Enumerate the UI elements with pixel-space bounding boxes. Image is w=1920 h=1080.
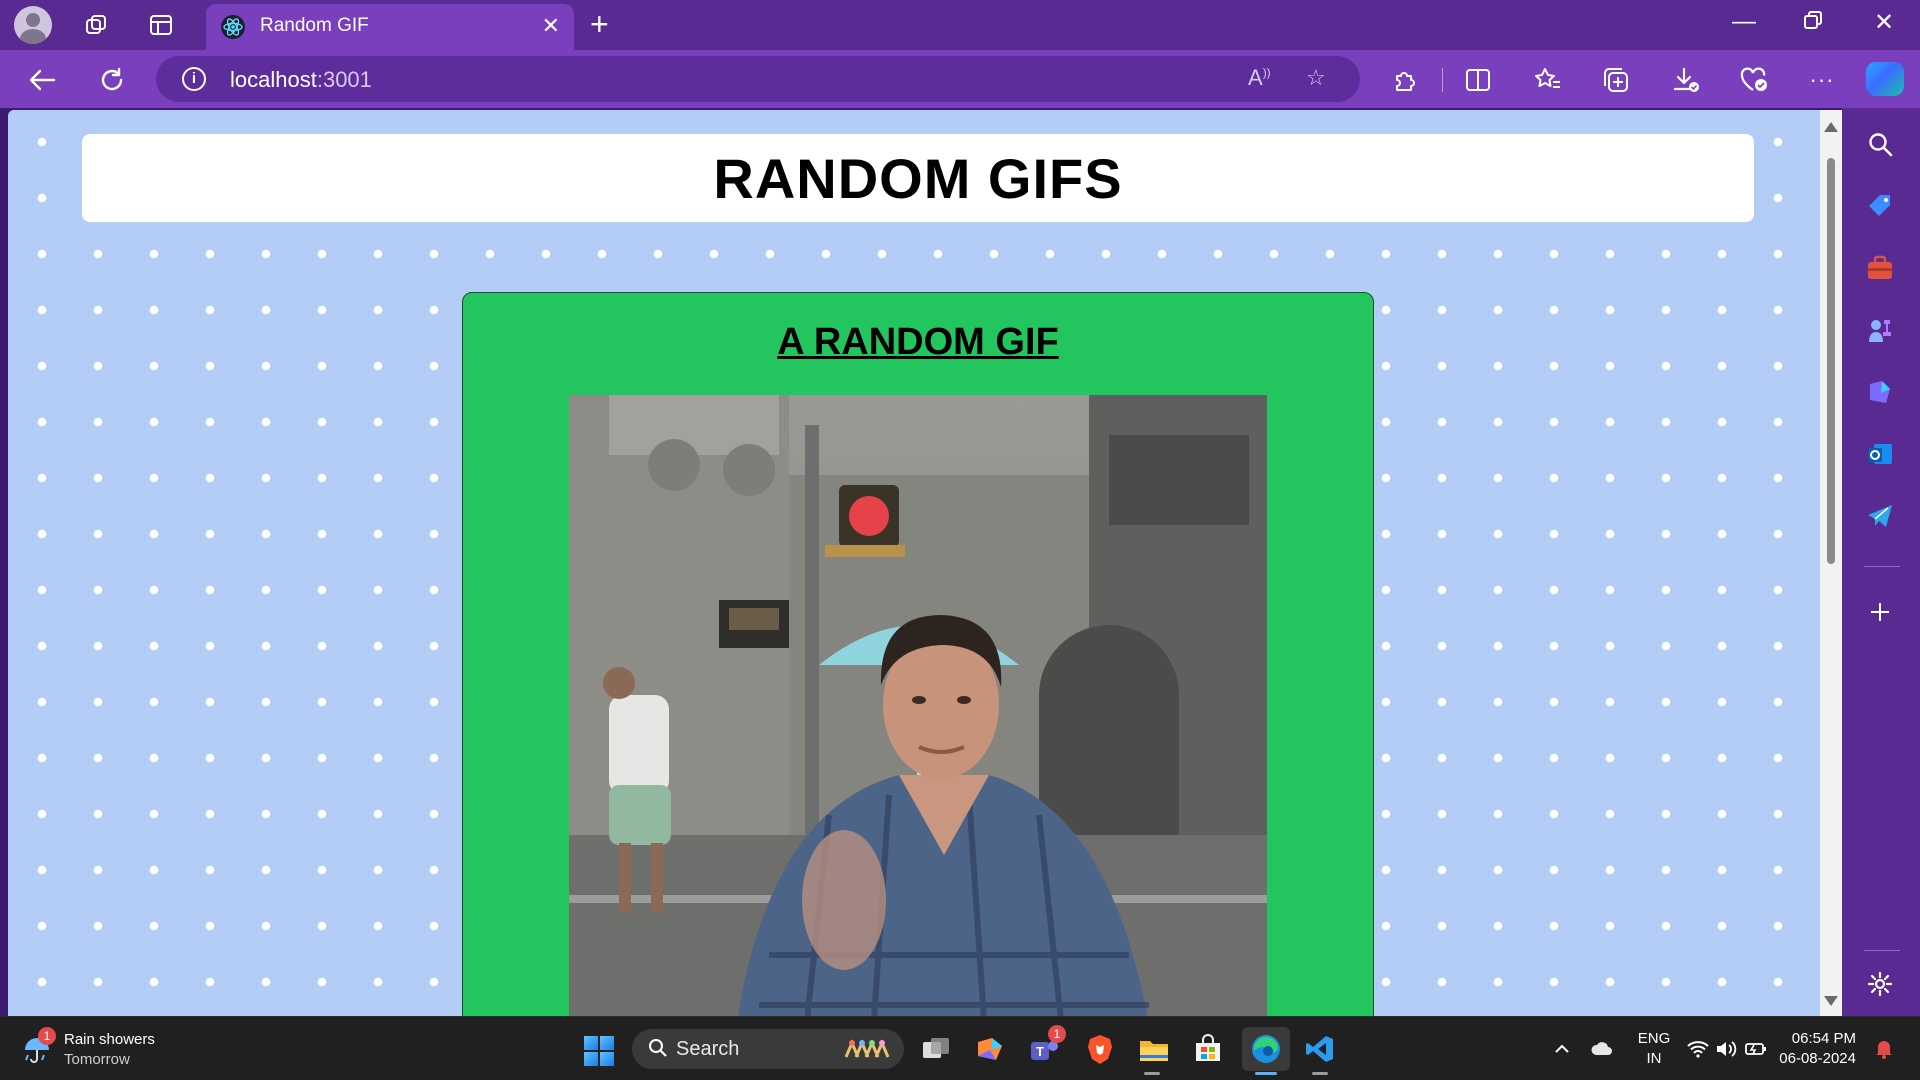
sidebar-divider-bottom [1864,950,1900,951]
edge-running-indicator [1255,1072,1277,1075]
vertical-tabs-icon[interactable] [146,10,176,40]
weather-widget[interactable]: 1 Rain showers Tomorrow [22,1027,192,1071]
restore-icon[interactable] [1793,8,1833,36]
onedrive-cloud-icon[interactable] [1590,1037,1614,1061]
search-icon [649,1039,667,1057]
edge-sidebar [1842,108,1920,1016]
collections-icon[interactable] [1600,64,1632,96]
scroll-up-arrow-icon[interactable] [1824,122,1838,132]
random-gif-image [569,395,1267,1016]
copilot-icon[interactable] [1866,62,1904,96]
sidebar-settings-gear-icon[interactable] [1862,966,1898,1002]
back-icon[interactable] [24,62,60,98]
workspaces-icon[interactable] [82,10,112,40]
scrollbar-thumb[interactable] [1827,158,1835,564]
input-language-indicator[interactable]: ENG IN [1634,1029,1674,1069]
tab-close-icon[interactable]: ✕ [542,13,560,39]
edge-browser-icon[interactable] [1242,1027,1290,1071]
browser-toolbar: i localhost:3001 A)) ☆ ··· [0,50,1920,108]
svg-text:T: T [1036,1044,1044,1059]
vscode-icon[interactable] [1302,1031,1338,1067]
teams-badge: 1 [1048,1025,1066,1043]
weather-text: Rain showers [64,1031,155,1048]
file-explorer-icon[interactable] [1136,1031,1172,1067]
url-text[interactable]: localhost:3001 [230,67,372,93]
sidebar-search-icon[interactable] [1862,126,1898,162]
tab-random-gif[interactable]: Random GIF ✕ [206,4,574,50]
weather-subtext: Tomorrow [64,1051,130,1068]
brave-browser-icon[interactable] [1082,1031,1118,1067]
microsoft-store-icon[interactable] [1190,1031,1226,1067]
vscode-running-indicator [1312,1072,1328,1075]
copilot-sidebar-icon[interactable] [1862,374,1898,410]
favorites-icon[interactable] [1532,64,1564,96]
refresh-icon[interactable] [94,62,130,98]
split-screen-icon[interactable] [1462,64,1494,96]
favorite-star-icon[interactable]: ☆ [1306,65,1326,91]
weather-badge: 1 [38,1027,56,1045]
windows-taskbar: 1 Rain showers Tomorrow Search T 1 ENG I… [0,1016,1920,1080]
clock-time: 06:54 PM [1791,1030,1856,1047]
taskbar-clock[interactable]: 06:54 PM 06-08-2024 [1776,1029,1856,1069]
shopping-tag-icon[interactable] [1862,188,1898,224]
new-tab-button[interactable]: + [590,6,609,43]
settings-more-icon[interactable]: ··· [1806,64,1838,96]
card-title: A RANDOM GIF [777,321,1059,363]
volume-icon[interactable] [1714,1037,1738,1061]
teams-icon[interactable]: T 1 [1026,1025,1066,1067]
clock-date: 06-08-2024 [1779,1050,1856,1067]
minimize-icon[interactable]: — [1724,8,1764,36]
search-label: Search [676,1038,740,1060]
sidebar-divider [1864,566,1900,567]
outlook-icon[interactable] [1862,436,1898,472]
battery-icon[interactable] [1744,1037,1768,1061]
search-highlight-icon [844,1039,890,1058]
taskbar-search-box[interactable]: Search [632,1029,904,1069]
address-bar[interactable]: i localhost:3001 A)) ☆ [156,56,1360,102]
page-title: RANDOM GIFS [713,146,1123,210]
page-scrollbar[interactable] [1820,110,1842,1016]
sidebar-add-icon[interactable] [1862,594,1898,630]
show-hidden-icons-chevron-icon[interactable] [1550,1037,1574,1061]
browser-essentials-icon[interactable] [1738,64,1770,96]
task-view-icon[interactable] [918,1031,954,1067]
read-aloud-icon[interactable]: A)) [1248,65,1271,91]
profile-avatar-icon[interactable] [14,6,52,44]
react-logo-icon [221,15,245,39]
games-chess-icon[interactable] [1862,312,1898,348]
extensions-icon[interactable] [1388,64,1420,96]
page-header: RANDOM GIFS [82,134,1754,222]
explorer-running-indicator [1144,1072,1160,1075]
wifi-icon[interactable] [1686,1037,1710,1061]
tab-title: Random GIF [260,15,369,36]
browser-tab-strip: Random GIF ✕ + — ✕ [0,0,1920,50]
windows-start-icon[interactable] [584,1036,614,1066]
downloads-icon[interactable] [1670,64,1702,96]
toolbar-divider [1442,68,1443,92]
copilot-app-icon[interactable] [972,1031,1008,1067]
page-viewport: RANDOM GIFS A RANDOM GIF [8,110,1820,1016]
close-window-icon[interactable]: ✕ [1864,8,1904,37]
scroll-down-arrow-icon[interactable] [1824,996,1838,1006]
tools-briefcase-icon[interactable] [1862,250,1898,286]
send-telegram-icon[interactable] [1862,498,1898,534]
random-gif-card: A RANDOM GIF [462,292,1374,1016]
notification-bell-icon[interactable] [1872,1037,1896,1061]
site-info-icon[interactable]: i [182,67,206,91]
